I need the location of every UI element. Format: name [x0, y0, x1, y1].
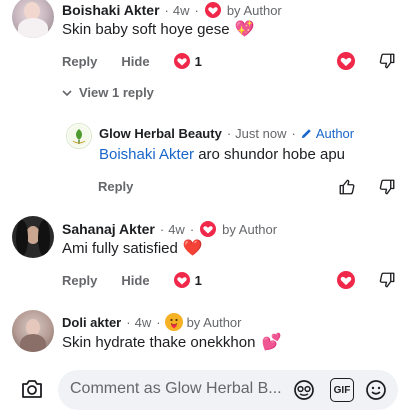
reaction-count[interactable]: 1	[195, 273, 202, 288]
commenter-name[interactable]: Sahanaj Akter	[62, 221, 155, 237]
gif-button[interactable]: GIF	[330, 378, 354, 402]
camera-icon	[22, 380, 42, 398]
reply-button[interactable]: Reply	[98, 179, 133, 194]
love-react-button[interactable]	[336, 51, 356, 71]
separator: ·	[189, 221, 195, 237]
comment-text: Skin baby soft hoye gese	[62, 20, 230, 38]
comment-text: Skin hydrate thake onekkhon	[62, 333, 256, 351]
separator: ·	[291, 126, 296, 141]
comment-input[interactable]: Comment as Glow Herbal B... GIF	[58, 370, 398, 410]
smiley-icon	[366, 380, 386, 400]
separator: ·	[126, 314, 131, 330]
comment-placeholder: Comment as Glow Herbal B...	[70, 380, 282, 397]
avatar[interactable]	[12, 310, 54, 352]
author-label: by Author	[222, 221, 278, 237]
comment-text: Ami fully satisfied	[62, 239, 178, 257]
dislike-button[interactable]	[376, 177, 398, 197]
author-care-badge-icon	[164, 313, 183, 331]
reply-button[interactable]: Reply	[62, 54, 97, 69]
love-react-button[interactable]	[336, 270, 356, 290]
love-reaction-icon[interactable]	[173, 53, 190, 69]
avatar[interactable]	[12, 0, 54, 38]
commenter-name[interactable]: Boishaki Akter	[62, 2, 160, 18]
reaction-count[interactable]: 1	[195, 54, 202, 69]
reply-button[interactable]: Reply	[62, 273, 97, 288]
mention-link[interactable]: Boishaki Akter	[99, 146, 194, 163]
love-icon	[337, 52, 355, 70]
author-label: by Author	[186, 314, 242, 330]
view-replies-link[interactable]: View 1 reply	[61, 85, 154, 100]
reply-time[interactable]: Just now	[235, 126, 286, 141]
commenter-name[interactable]: Doli akter	[62, 315, 121, 330]
page-avatar[interactable]	[66, 123, 92, 149]
hide-button[interactable]: Hide	[121, 273, 149, 288]
hide-button[interactable]: Hide	[121, 54, 149, 69]
author-label: by Author	[226, 2, 282, 18]
avatar-sticker-button[interactable]	[292, 378, 316, 402]
author-love-badge-icon	[198, 219, 219, 239]
separator: ·	[194, 2, 199, 18]
dislike-button[interactable]	[376, 270, 398, 290]
chevron-down-icon	[62, 89, 72, 96]
thumbs-down-icon	[379, 179, 395, 195]
separator: ·	[156, 314, 161, 330]
comment-time[interactable]: 4w	[173, 3, 190, 18]
reply-text: aro shundor hobe apu	[194, 146, 345, 163]
page-name[interactable]: Glow Herbal Beauty	[99, 126, 222, 141]
red-heart-icon: ❤️	[182, 240, 203, 257]
separator: ·	[164, 2, 169, 18]
comment-time[interactable]: 4w	[168, 222, 185, 237]
emoji-button[interactable]	[364, 378, 388, 402]
like-button[interactable]	[336, 176, 358, 198]
herbal-logo-icon	[68, 125, 90, 147]
comment-time[interactable]: 4w	[135, 315, 152, 330]
author-label: Author	[315, 126, 355, 141]
love-reaction-icon[interactable]	[173, 272, 190, 288]
sparkling-heart-icon: 💖	[234, 21, 255, 38]
camera-button[interactable]	[18, 377, 46, 401]
avatar[interactable]	[12, 216, 54, 258]
thumbs-down-icon	[379, 53, 395, 69]
author-love-badge-icon	[202, 0, 223, 20]
two-hearts-icon: 💕	[261, 334, 282, 351]
thumbs-down-icon	[379, 272, 395, 288]
view-replies-label: View 1 reply	[79, 85, 154, 100]
dislike-button[interactable]	[376, 51, 398, 71]
gif-label: GIF	[333, 384, 351, 396]
separator: ·	[226, 126, 232, 141]
avatar-sticker-icon	[294, 380, 314, 400]
love-icon	[337, 271, 355, 289]
pencil-icon	[301, 129, 311, 139]
thumbs-up-icon	[339, 179, 355, 195]
separator: ·	[159, 221, 165, 237]
